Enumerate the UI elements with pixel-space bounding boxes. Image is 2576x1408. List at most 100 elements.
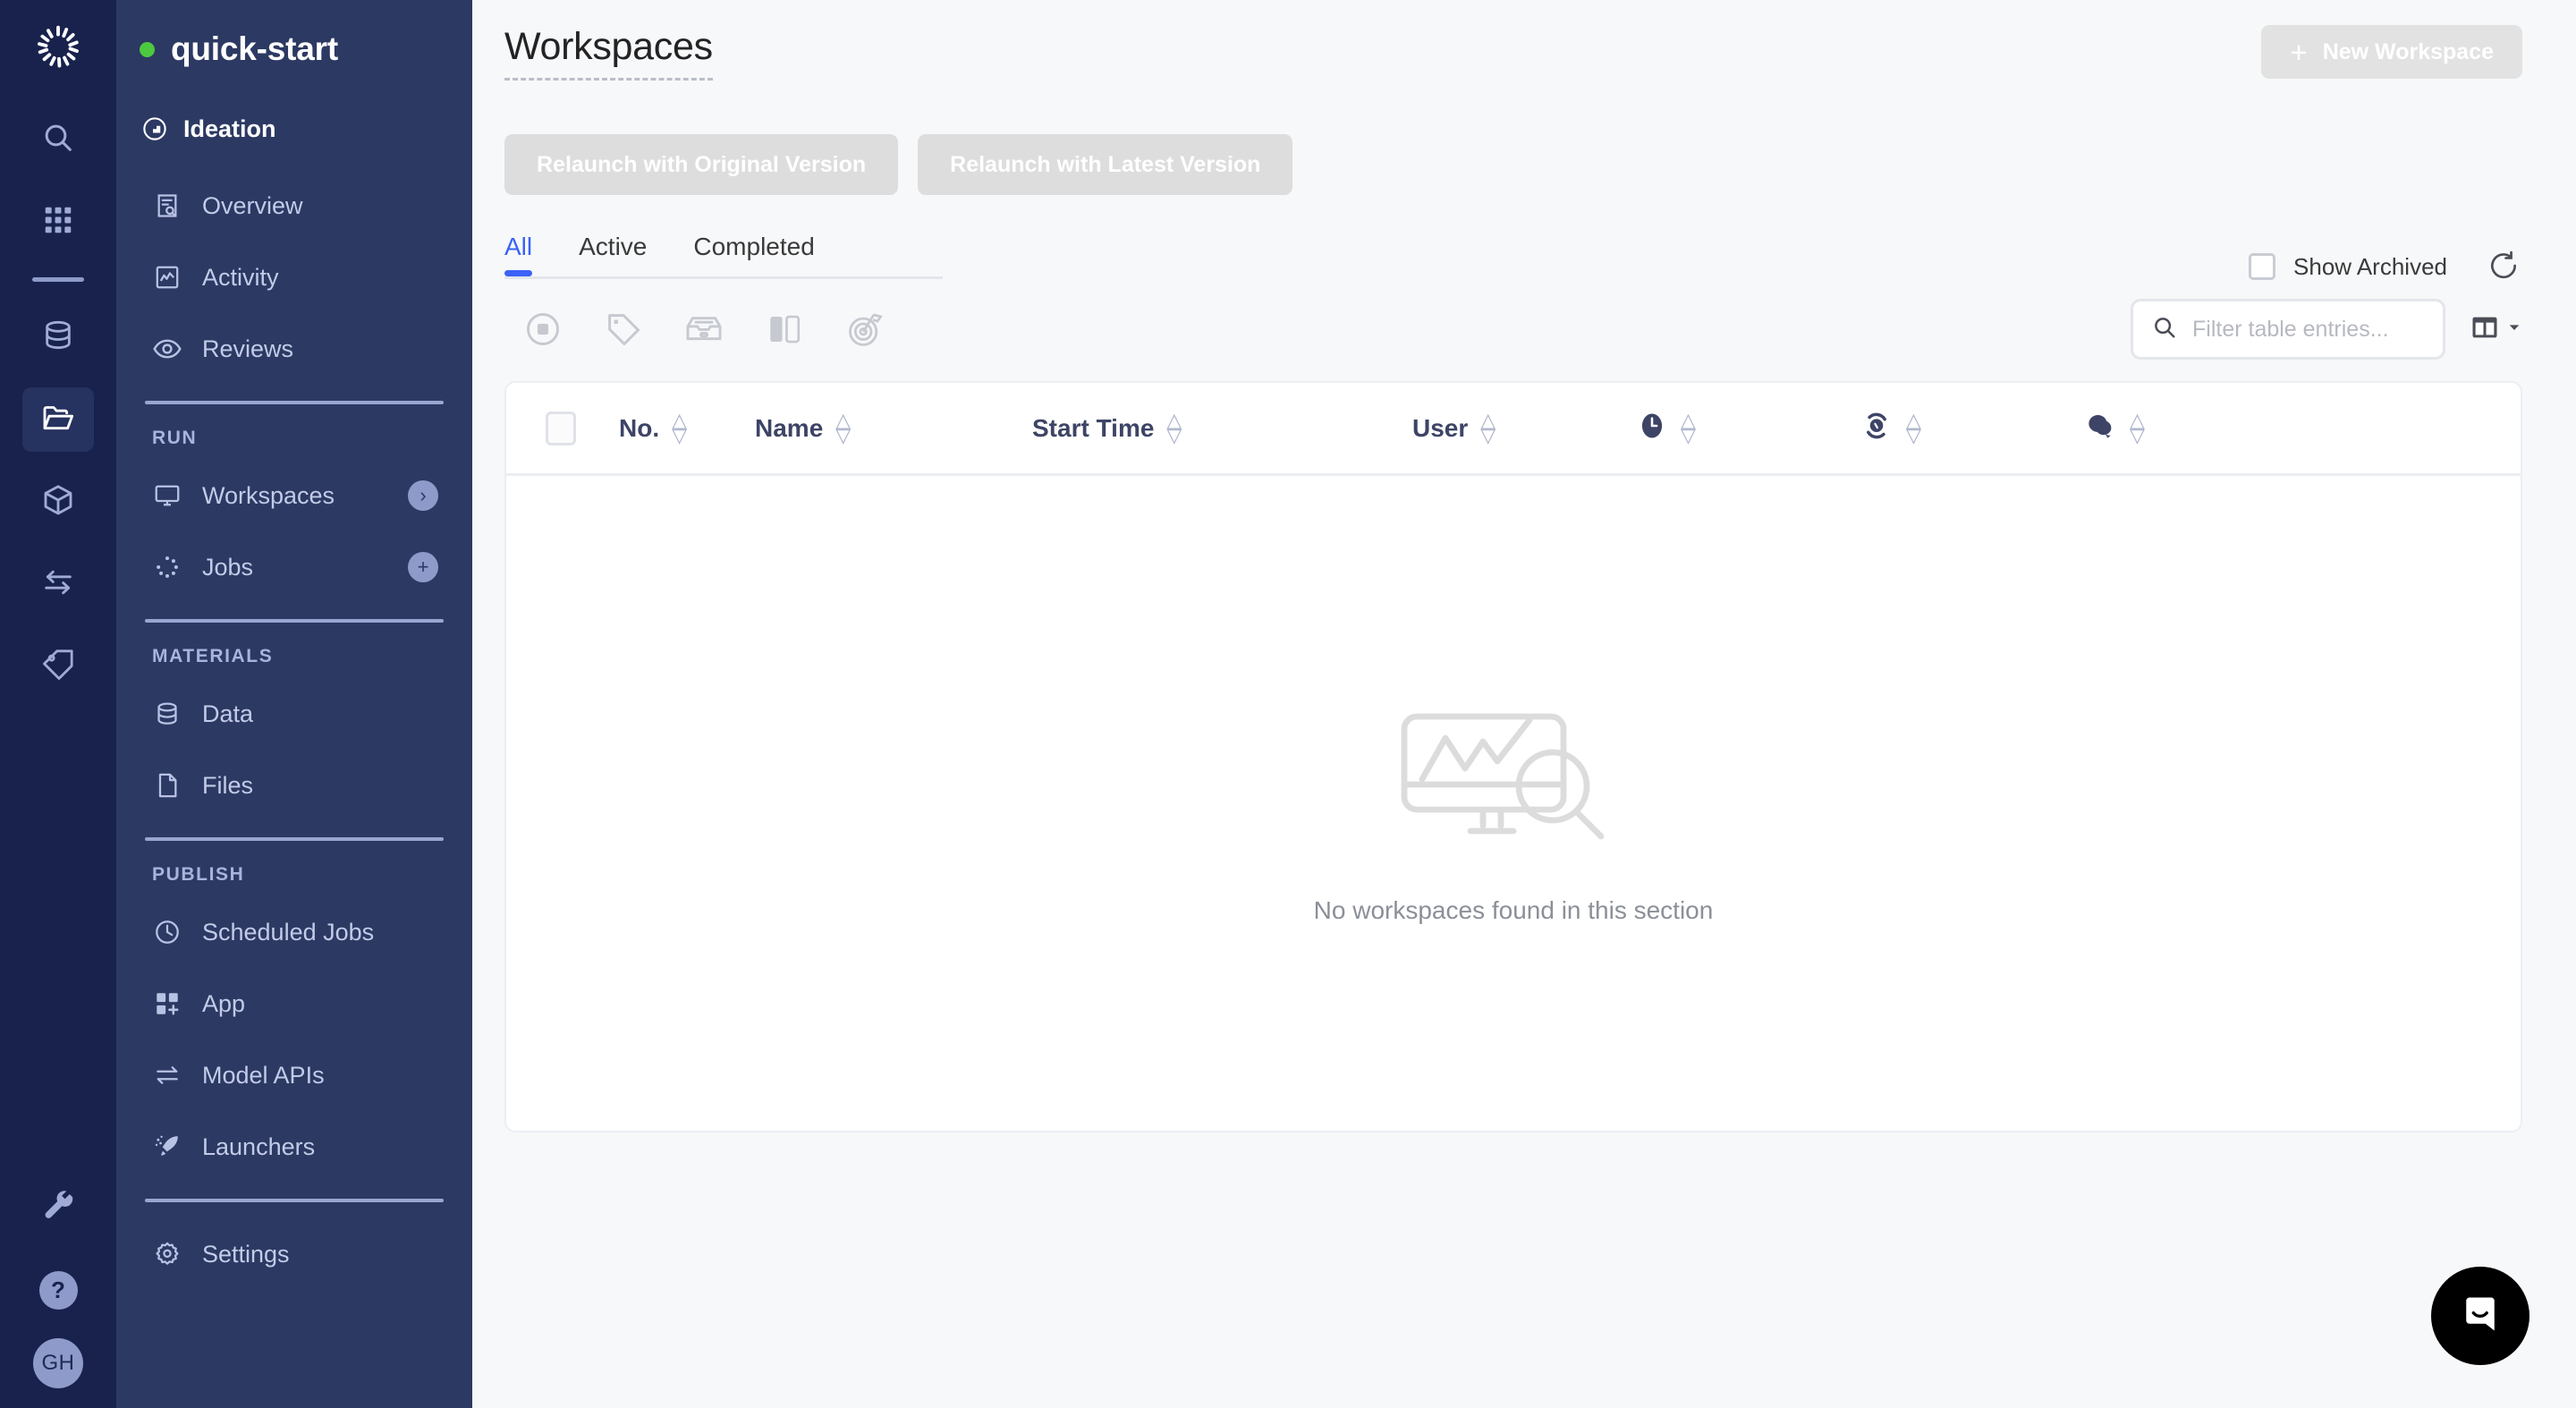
rail-item-tools[interactable] — [22, 1175, 94, 1239]
sidebar-group-run: RUN Workspaces › Jobs + — [116, 404, 472, 619]
relaunch-latest-button[interactable]: Relaunch with Latest Version — [918, 134, 1293, 195]
show-archived-label: Show Archived — [2293, 252, 2447, 280]
column-label: Name — [755, 413, 824, 442]
sort-toggle-icon[interactable]: △ ▽ — [1166, 411, 1182, 445]
new-workspace-button[interactable]: + New Workspace — [2261, 25, 2522, 79]
sidebar-group-publish: PUBLISH Scheduled Jobs App Model APIs La… — [116, 841, 472, 1199]
rail-item-apps[interactable] — [22, 190, 94, 254]
table-column-comments[interactable]: △ ▽ — [2083, 409, 2145, 447]
sidebar-item-settings[interactable]: Settings — [116, 1218, 472, 1290]
table-column-no[interactable]: No. △ ▽ — [576, 411, 755, 445]
archive-box-icon[interactable] — [683, 309, 724, 350]
tag-icon[interactable] — [603, 309, 644, 350]
sort-toggle-icon[interactable]: △ ▽ — [1681, 411, 1696, 445]
phase-label: Ideation — [183, 115, 276, 142]
table-column-user[interactable]: User △ ▽ — [1412, 411, 1636, 445]
sort-toggle-icon[interactable]: △ ▽ — [1480, 411, 1496, 445]
table-column-name[interactable]: Name △ ▽ — [755, 411, 1032, 445]
table-toolbar — [504, 299, 2522, 360]
project-sidebar: quick-start Ideation Overview Activity R… — [116, 0, 472, 1408]
sidebar-item-activity[interactable]: Activity — [116, 242, 472, 313]
sidebar-item-label: Data — [202, 700, 254, 727]
columns-settings-button[interactable] — [2469, 311, 2522, 348]
sidebar-item-jobs[interactable]: Jobs + — [116, 531, 472, 603]
rail-item-data[interactable] — [22, 305, 94, 369]
loading-dots-icon — [152, 552, 182, 582]
sidebar-item-launchers[interactable]: Launchers — [116, 1111, 472, 1183]
spinner-logo-icon[interactable] — [30, 18, 87, 75]
rail-item-search[interactable] — [22, 107, 94, 172]
main-content: Workspaces + New Workspace Relaunch with… — [472, 0, 2576, 1408]
chat-launcher-button[interactable] — [2431, 1267, 2529, 1365]
relaunch-actions: Relaunch with Original Version Relaunch … — [504, 134, 2522, 195]
sidebar-item-label: Launchers — [202, 1132, 316, 1160]
sort-toggle-icon[interactable]: △ ▽ — [672, 411, 687, 445]
plus-icon: + — [2290, 35, 2308, 69]
project-switcher[interactable]: quick-start — [116, 25, 472, 73]
sidebar-item-reviews[interactable]: Reviews — [116, 313, 472, 385]
sidebar-item-data[interactable]: Data — [116, 678, 472, 750]
page-title: Workspaces — [504, 25, 713, 81]
sidebar-item-app[interactable]: App — [116, 968, 472, 1039]
rail-item-transfer[interactable] — [22, 552, 94, 616]
sidebar-item-overview[interactable]: Overview — [116, 170, 472, 242]
sidebar-item-label: Scheduled Jobs — [202, 918, 375, 946]
duration-clock-icon — [1636, 410, 1668, 446]
rail-bottom-group: ? GH — [0, 1166, 116, 1388]
tab-active[interactable]: Active — [579, 233, 647, 276]
cube-icon — [40, 482, 76, 522]
show-archived-checkbox[interactable] — [2249, 253, 2276, 280]
help-button[interactable]: ? — [38, 1271, 78, 1310]
tab-list: All Active Completed — [504, 233, 943, 276]
avatar[interactable]: GH — [33, 1338, 83, 1388]
goal-target-icon[interactable] — [844, 309, 886, 350]
sidebar-group-settings: Settings — [116, 1202, 472, 1306]
sort-toggle-icon[interactable]: △ ▽ — [2130, 411, 2145, 445]
sidebar-item-model-apis[interactable]: Model APIs — [116, 1039, 472, 1111]
sidebar-item-label: Files — [202, 771, 254, 799]
rail-divider — [32, 277, 84, 282]
sidebar-item-files[interactable]: Files — [116, 750, 472, 821]
clock-icon — [152, 917, 182, 947]
sidebar-item-workspaces[interactable]: Workspaces › — [116, 460, 472, 531]
project-name: quick-start — [171, 30, 338, 67]
split-panel-icon[interactable] — [764, 309, 805, 350]
relaunch-original-button[interactable]: Relaunch with Original Version — [504, 134, 899, 195]
sidebar-item-scheduled-jobs[interactable]: Scheduled Jobs — [116, 896, 472, 968]
gear-icon — [152, 1239, 182, 1269]
wrench-icon — [41, 1188, 75, 1226]
monitor-icon — [152, 480, 182, 511]
stop-circle-icon[interactable] — [522, 309, 564, 350]
sort-toggle-icon[interactable]: △ ▽ — [1906, 411, 1921, 445]
select-all-checkbox[interactable] — [546, 411, 576, 445]
refresh-icon[interactable] — [2487, 249, 2522, 284]
table-column-settings-sync[interactable]: △ ▽ — [1860, 409, 2083, 447]
search-input[interactable] — [2192, 316, 2425, 343]
table-column-start-time[interactable]: Start Time △ ▽ — [1032, 411, 1412, 445]
tabs-underline — [504, 276, 943, 279]
column-label: No. — [619, 413, 660, 442]
activity-chart-icon — [152, 262, 182, 293]
rail-item-tags[interactable] — [22, 634, 94, 699]
rail-item-models[interactable] — [22, 470, 94, 534]
column-label: User — [1412, 413, 1469, 442]
settings-sync-icon — [1860, 409, 1894, 447]
sidebar-group-title: PUBLISH — [152, 864, 245, 885]
tag-icon — [40, 647, 76, 687]
folder-open-icon — [40, 400, 76, 440]
chevron-right-badge[interactable]: › — [408, 480, 438, 511]
columns-settings-icon — [2469, 311, 2501, 348]
table-right-tools — [2131, 299, 2522, 360]
chevron-down-icon — [2506, 319, 2522, 340]
tab-completed[interactable]: Completed — [693, 233, 814, 276]
plus-badge[interactable]: + — [408, 552, 438, 582]
sidebar-group-title: MATERIALS — [152, 646, 274, 666]
tab-all[interactable]: All — [504, 233, 533, 276]
sort-toggle-icon[interactable]: △ ▽ — [835, 411, 851, 445]
table-body: No workspaces found in this section — [506, 476, 2521, 1131]
sidebar-item-label: Workspaces — [202, 481, 335, 509]
phase-selector[interactable]: Ideation — [116, 93, 472, 165]
rail-item-projects[interactable] — [22, 387, 94, 452]
filter-search-box[interactable] — [2131, 299, 2445, 360]
table-column-duration[interactable]: △ ▽ — [1636, 410, 1860, 446]
